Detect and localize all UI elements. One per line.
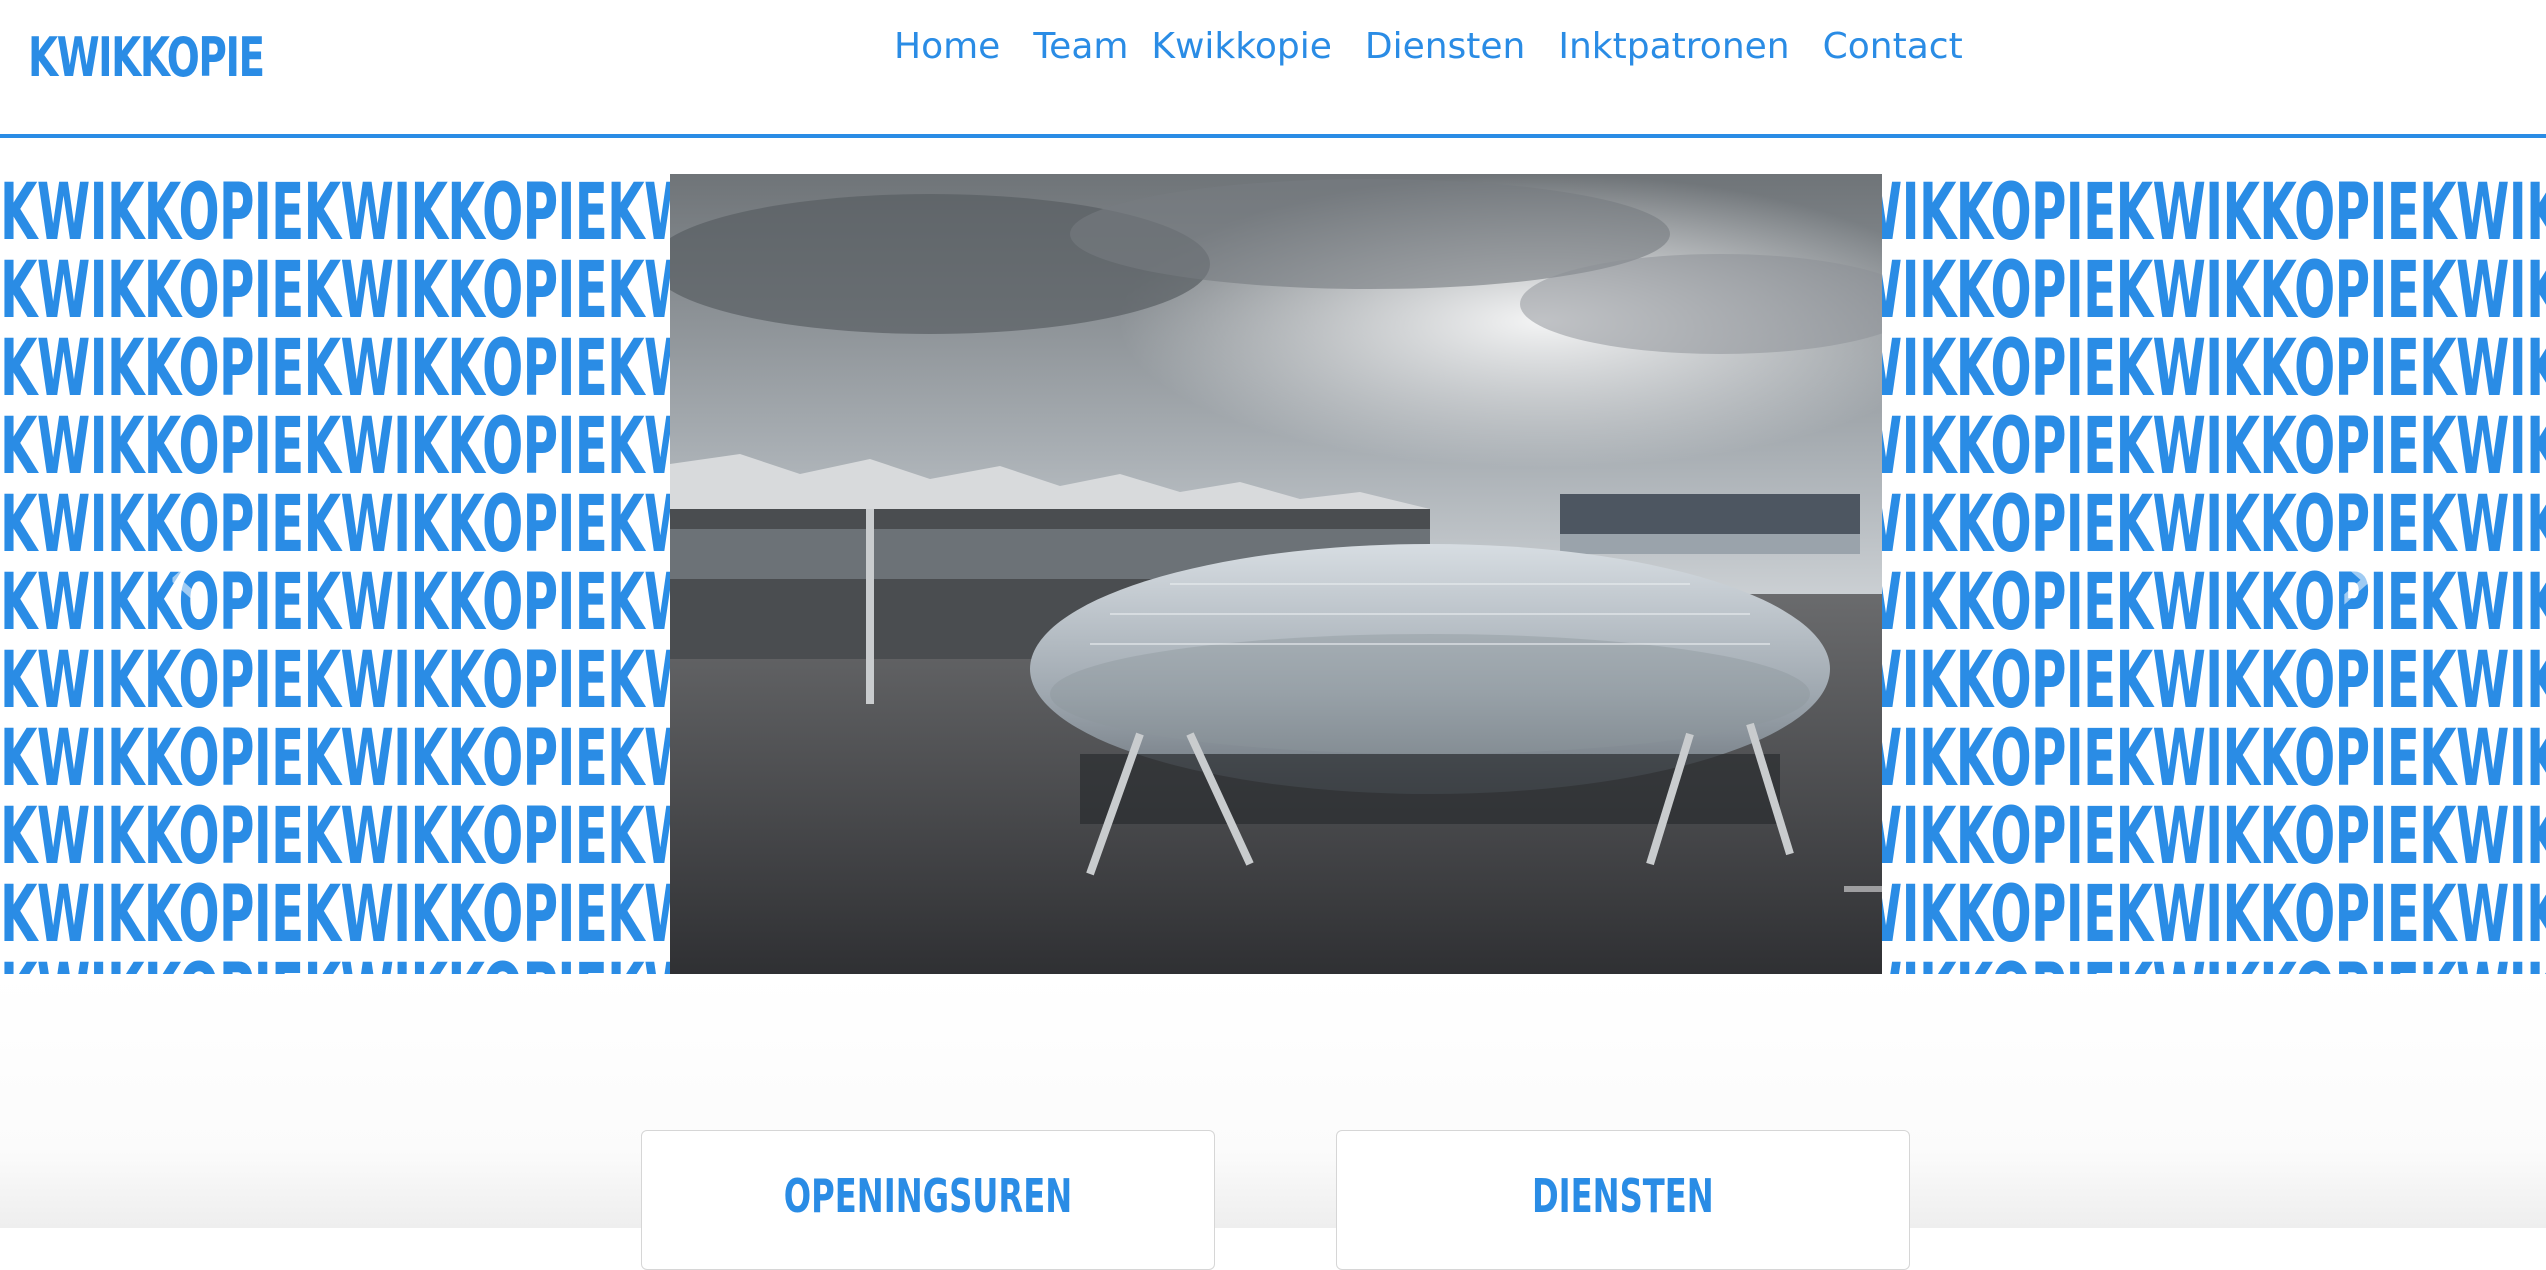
pattern-row: KWIKKOPIEKWIKKOPIEKWIKKOPIEKWIKKOPIE [1882,636,2546,726]
pattern-row: KWIKKOPIEKWIKKOPIEKWIKKOPIEKWIKKOPIE [0,954,670,974]
carousel-prev-icon[interactable]: ‹ [146,514,226,634]
pattern-row: KWIKKOPIEKWIKKOPIEKWIKKOPIEKWIKKOPIE [1882,558,2546,648]
nav-inktpatronen[interactable]: Inktpatronen [1558,26,1789,67]
pattern-row: KWIKKOPIEKWIKKOPIEKWIKKOPIEKWIKKOPIE [1882,480,2546,570]
card-title-diensten: DIENSTEN [1532,1169,1714,1223]
pattern-row: KWIKKOPIEKWIKKOPIEKWIKKOPIEKWIKKOPIE [0,636,670,726]
pattern-row: KWIKKOPIEKWIKKOPIEKWIKKOPIEKWIKKOPIE [0,246,670,336]
logo-pattern-right: KWIKKOPIEKWIKKOPIEKWIKKOPIEKWIKKOPIE KWI… [1882,174,2546,974]
pattern-row: KWIKKOPIEKWIKKOPIEKWIKKOPIEKWIKKOPIE [0,174,670,258]
pattern-row: KWIKKOPIEKWIKKOPIEKWIKKOPIEKWIKKOPIE [1882,792,2546,882]
card-diensten: DIENSTEN [1336,1130,1910,1270]
pattern-row: KWIKKOPIEKWIKKOPIEKWIKKOPIEKWIKKOPIE [1882,324,2546,414]
site-logo[interactable]: KWIKKOPIE [28,26,265,89]
pattern-row: KWIKKOPIEKWIKKOPIEKWIKKOPIEKWIKKOPIE [1882,870,2546,960]
nav-diensten[interactable]: Diensten [1365,26,1526,67]
nav-contact[interactable]: Contact [1823,26,1963,67]
carousel-indicators [1844,886,1882,892]
pattern-row: KWIKKOPIEKWIKKOPIEKWIKKOPIEKWIKKOPIE [1882,402,2546,492]
station-photo [670,174,1882,974]
pattern-row: KWIKKOPIEKWIKKOPIEKWIKKOPIEKWIKKOPIE [1882,174,2546,258]
carousel-slide-image [670,174,1882,974]
card-openingsuren: OPENINGSUREN [641,1130,1215,1270]
nav-team-kwikkopie[interactable]: Team Kwikkopie [1033,26,1332,67]
carousel-next-icon[interactable]: › [2316,514,2396,634]
hero-carousel: KWIKKOPIEKWIKKOPIEKWIKKOPIEKWIKKOPIE KWI… [0,174,2546,974]
pattern-row: KWIKKOPIEKWIKKOPIEKWIKKOPIEKWIKKOPIE [0,402,670,492]
nav-home[interactable]: Home [894,26,1000,67]
pattern-row: KWIKKOPIEKWIKKOPIEKWIKKOPIEKWIKKOPIE [0,792,670,882]
info-section: OPENINGSUREN DIENSTEN [0,974,2546,1270]
logo-pattern-left: KWIKKOPIEKWIKKOPIEKWIKKOPIEKWIKKOPIE KWI… [0,174,670,974]
card-title-openingsuren: OPENINGSUREN [783,1169,1073,1223]
pattern-row: KWIKKOPIEKWIKKOPIEKWIKKOPIEKWIKKOPIE [1882,954,2546,974]
pattern-row: KWIKKOPIEKWIKKOPIEKWIKKOPIEKWIKKOPIE [1882,246,2546,336]
pattern-row: KWIKKOPIEKWIKKOPIEKWIKKOPIEKWIKKOPIE [0,324,670,414]
main-nav: Home Team Kwikkopie Diensten Inktpatrone… [894,18,1963,74]
pattern-row: KWIKKOPIEKWIKKOPIEKWIKKOPIEKWIKKOPIE [1882,714,2546,804]
site-header: KWIKKOPIE Home Team Kwikkopie Diensten I… [0,0,2546,138]
pattern-row: KWIKKOPIEKWIKKOPIEKWIKKOPIEKWIKKOPIE [0,714,670,804]
pattern-row: KWIKKOPIEKWIKKOPIEKWIKKOPIEKWIKKOPIE [0,870,670,960]
carousel-indicator-1[interactable] [1844,886,1882,892]
